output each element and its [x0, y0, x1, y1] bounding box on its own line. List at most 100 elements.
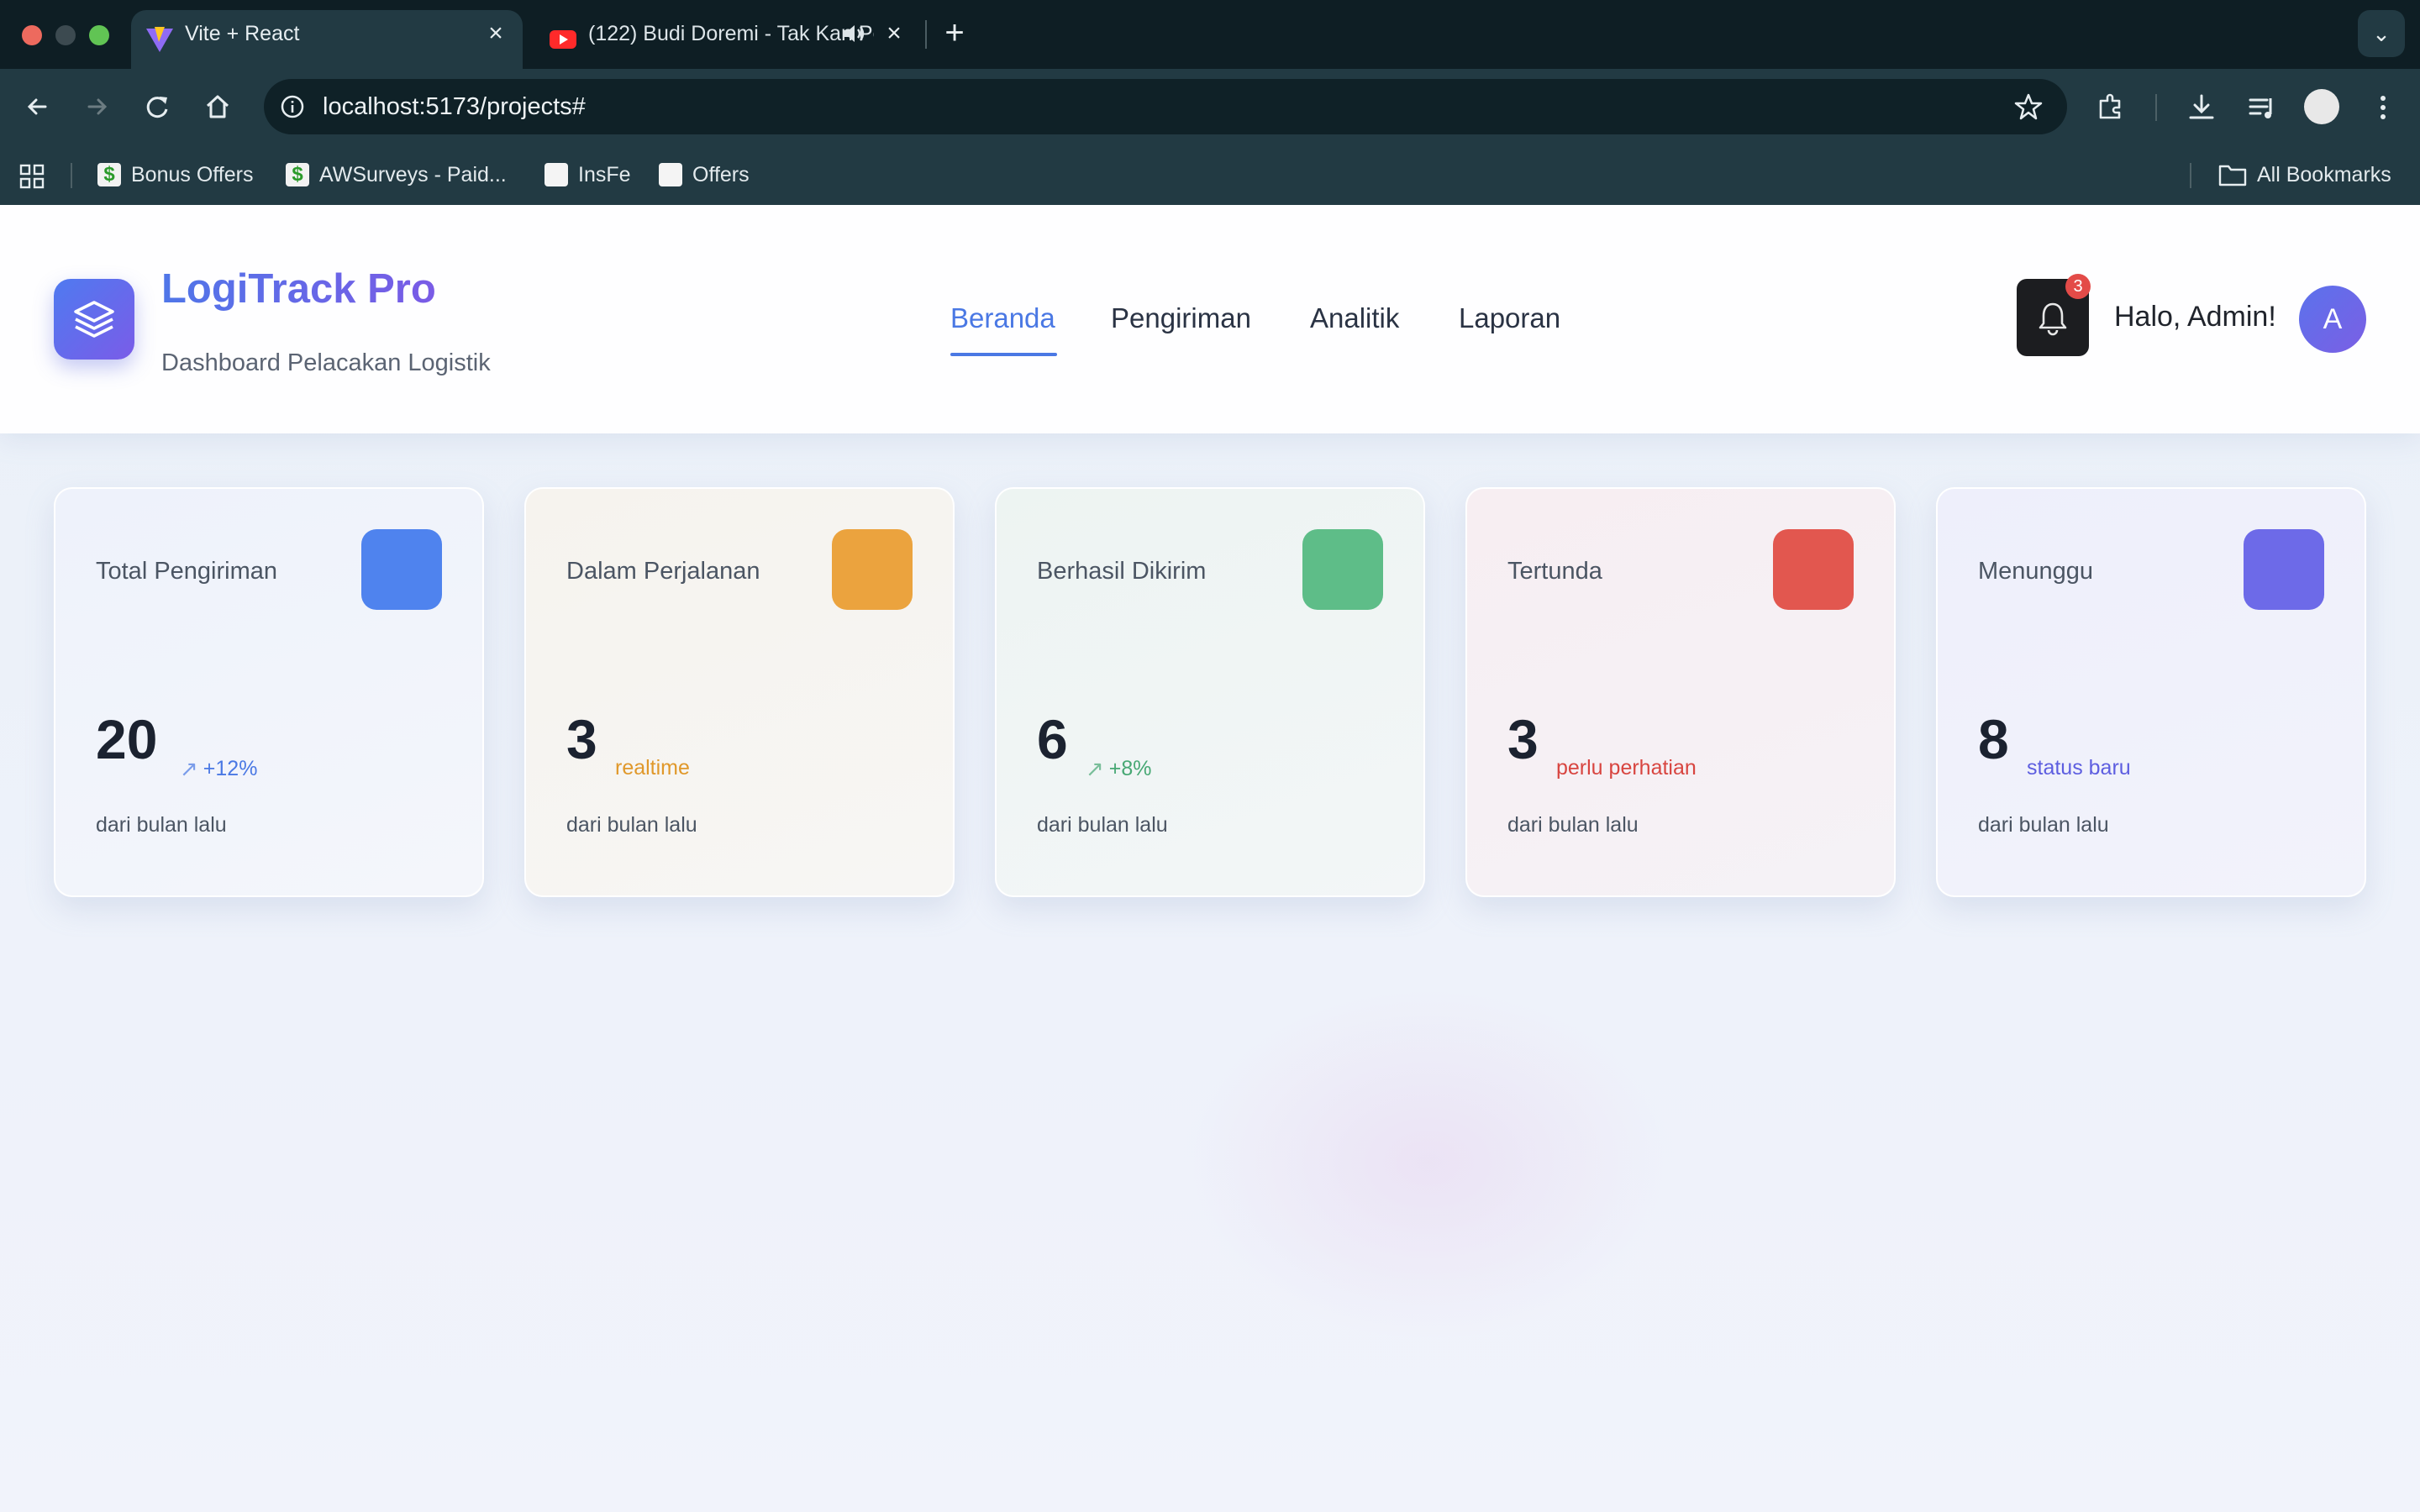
bell-icon: [2039, 302, 2067, 336]
bookmark-separator: [71, 163, 72, 188]
trend-text: +8%: [1108, 757, 1152, 780]
bookmark-bonus-offers[interactable]: $ Bonus Offers: [97, 160, 253, 190]
tab-separator: [925, 20, 927, 49]
nav-pengiriman[interactable]: Pengiriman: [1111, 302, 1251, 334]
home-icon[interactable]: [200, 89, 235, 124]
card-title: Berhasil Dikirim: [1037, 558, 1207, 585]
bookmarks-bar: $ Bonus Offers $ AWSurveys - Paid... Ins…: [0, 144, 2420, 205]
stat-card-delivered[interactable]: Berhasil Dikirim 6 ↗ +8% dari bulan lalu: [995, 487, 1425, 897]
tab-title: (122) Budi Doremi - Tak Kan Pernah: [588, 22, 874, 45]
insfe-icon: [544, 163, 568, 186]
toolbar-divider: [2155, 94, 2157, 121]
stat-card-total[interactable]: Total Pengiriman 20 ↗ +12% dari bulan la…: [54, 487, 484, 897]
dollar-icon: $: [286, 163, 309, 186]
card-icon: [361, 529, 442, 610]
media-control-icon[interactable]: [2244, 89, 2281, 126]
tab-strip: Vite + React × (122) Budi Doremi - Tak K…: [0, 0, 2420, 69]
card-value: 3: [566, 708, 597, 770]
info-icon[interactable]: [276, 90, 309, 123]
card-trend: ↗ +8%: [1086, 756, 1152, 782]
nav-laporan[interactable]: Laporan: [1459, 302, 1560, 334]
card-icon: [1773, 529, 1854, 610]
stat-card-in-transit[interactable]: Dalam Perjalanan 3 realtime dari bulan l…: [524, 487, 955, 897]
stat-card-waiting[interactable]: Menunggu 8 status baru dari bulan lalu: [1936, 487, 2366, 897]
card-subtext: dari bulan lalu: [1037, 813, 1168, 837]
speaker-icon[interactable]: [840, 20, 867, 47]
avatar[interactable]: A: [2299, 286, 2366, 353]
close-window-button[interactable]: [22, 25, 42, 45]
card-subtext: dari bulan lalu: [566, 813, 697, 837]
app-page: LogiTrack Pro Dashboard Pelacakan Logist…: [0, 205, 2420, 1512]
more-menu-icon[interactable]: [2365, 89, 2402, 126]
all-bookmarks-label: All Bookmarks: [2257, 162, 2391, 186]
vite-icon: [146, 27, 173, 52]
reload-icon[interactable]: [139, 89, 175, 124]
folder-icon: [2218, 165, 2247, 186]
star-icon[interactable]: [2012, 90, 2045, 123]
tab-search-button[interactable]: ⌄: [2358, 10, 2405, 57]
bookmark-label: AWSurveys - Paid...: [319, 162, 507, 186]
maximize-window-button[interactable]: [89, 25, 109, 45]
card-title: Total Pengiriman: [96, 558, 277, 585]
card-icon: [832, 529, 913, 610]
stat-card-delayed[interactable]: Tertunda 3 perlu perhatian dari bulan la…: [1465, 487, 1896, 897]
bookmark-label: InsFe: [578, 162, 631, 186]
app-header: LogiTrack Pro Dashboard Pelacakan Logist…: [0, 205, 2420, 433]
forward-arrow-icon[interactable]: [79, 89, 114, 124]
chevron-down-icon: ⌄: [2372, 21, 2391, 46]
tab-title: Vite + React: [185, 22, 300, 45]
apps-grid-icon[interactable]: [18, 163, 45, 190]
brand-title: LogiTrack Pro: [161, 266, 436, 312]
card-subtext: dari bulan lalu: [1507, 813, 1639, 837]
card-trend: perlu perhatian: [1556, 756, 1697, 780]
tab-vite-react[interactable]: Vite + React ×: [131, 10, 523, 69]
card-trend: realtime: [615, 756, 690, 780]
card-icon: [1302, 529, 1383, 610]
layers-icon: [74, 301, 114, 338]
card-value: 8: [1978, 708, 2009, 770]
card-title: Dalam Perjalanan: [566, 558, 760, 585]
card-value: 3: [1507, 708, 1539, 770]
card-value: 20: [96, 708, 158, 770]
card-title: Menunggu: [1978, 558, 2094, 585]
card-subtext: dari bulan lalu: [1978, 813, 2109, 837]
youtube-icon: [550, 30, 576, 49]
new-tab-button[interactable]: +: [938, 13, 971, 52]
minimize-window-button[interactable]: [55, 25, 76, 45]
profile-avatar[interactable]: [2304, 89, 2339, 124]
bookmark-separator: [2190, 163, 2191, 188]
bookmark-awsurveys[interactable]: $ AWSurveys - Paid...: [286, 160, 507, 190]
trend-text: realtime: [615, 756, 690, 780]
card-subtext: dari bulan lalu: [96, 813, 227, 837]
app-logo[interactable]: [54, 279, 134, 360]
bookmark-label: Bonus Offers: [131, 162, 254, 186]
greeting-text: Halo, Admin!: [2114, 301, 2276, 333]
browser-chrome: Vite + React × (122) Budi Doremi - Tak K…: [0, 0, 2420, 205]
card-title: Tertunda: [1507, 558, 1602, 585]
trend-text: perlu perhatian: [1556, 756, 1697, 780]
extensions-icon[interactable]: [2092, 89, 2129, 126]
browser-toolbar: localhost:5173/projects#: [0, 69, 2420, 144]
all-bookmarks-button[interactable]: All Bookmarks: [2218, 160, 2391, 190]
address-bar[interactable]: localhost:5173/projects#: [264, 79, 2067, 134]
trend-text: +12%: [203, 757, 258, 780]
notification-badge: 3: [2065, 274, 2091, 299]
download-icon[interactable]: [2183, 89, 2220, 126]
tab-youtube[interactable]: (122) Budi Doremi - Tak Kan Pernah ×: [534, 10, 921, 69]
card-trend: ↗ +12%: [180, 756, 257, 782]
close-icon[interactable]: ×: [879, 18, 909, 49]
dollar-icon: $: [97, 163, 121, 186]
card-value: 6: [1037, 708, 1068, 770]
back-arrow-icon[interactable]: [20, 89, 55, 124]
nav-active-indicator: [950, 353, 1057, 356]
bookmark-insfe[interactable]: InsFe: [544, 160, 631, 190]
nav-analitik[interactable]: Analitik: [1310, 302, 1399, 334]
bookmark-label: Offers: [692, 162, 750, 186]
offers-icon: [659, 163, 682, 186]
close-icon[interactable]: ×: [481, 18, 511, 49]
nav-beranda[interactable]: Beranda: [950, 302, 1055, 334]
trend-text: status baru: [2027, 756, 2131, 780]
url-text[interactable]: localhost:5173/projects#: [323, 93, 586, 121]
card-icon: [2244, 529, 2324, 610]
bookmark-offers[interactable]: Offers: [659, 160, 750, 190]
